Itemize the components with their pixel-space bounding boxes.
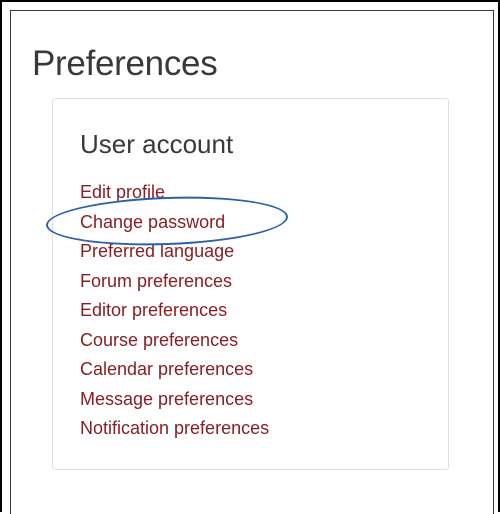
list-item: Message preferences <box>80 385 269 415</box>
notification-preferences-link[interactable]: Notification preferences <box>80 418 269 438</box>
forum-preferences-link[interactable]: Forum preferences <box>80 271 232 291</box>
calendar-preferences-link[interactable]: Calendar preferences <box>80 359 253 379</box>
list-item: Forum preferences <box>80 267 269 297</box>
list-item: Preferred language <box>80 237 269 267</box>
user-account-links: Edit profile Change password Preferred l… <box>80 178 269 444</box>
user-account-heading: User account <box>80 129 234 159</box>
list-item: Edit profile <box>80 178 269 208</box>
message-preferences-link[interactable]: Message preferences <box>80 389 253 409</box>
preferred-language-link[interactable]: Preferred language <box>80 241 234 261</box>
course-preferences-link[interactable]: Course preferences <box>80 330 238 350</box>
list-item: Course preferences <box>80 326 269 356</box>
edit-profile-link[interactable]: Edit profile <box>80 182 165 202</box>
change-password-link[interactable]: Change password <box>80 212 225 232</box>
editor-preferences-link[interactable]: Editor preferences <box>80 300 227 320</box>
list-item: Calendar preferences <box>80 355 269 385</box>
list-item: Change password <box>80 208 269 238</box>
screenshot-frame: Preferences User account Edit profile Ch… <box>0 0 500 514</box>
user-account-card: User account Edit profile Change passwor… <box>52 98 449 470</box>
page-title: Preferences <box>32 44 218 83</box>
list-item: Notification preferences <box>80 414 269 444</box>
list-item: Editor preferences <box>80 296 269 326</box>
